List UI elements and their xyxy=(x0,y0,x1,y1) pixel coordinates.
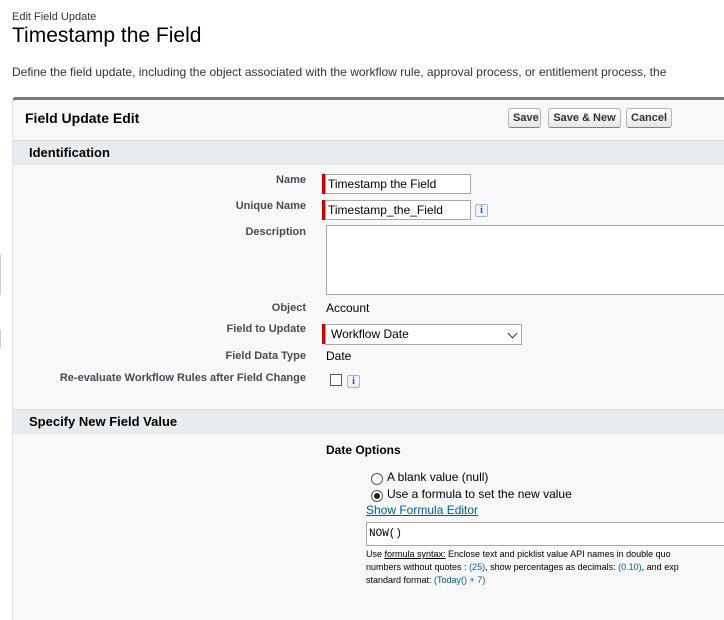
help-text: , show percentages as decimals: xyxy=(485,562,619,572)
section-new-field-value: Specify New Field Value xyxy=(13,409,724,434)
page-title: Timestamp the Field xyxy=(12,24,202,47)
date-options-label: Date Options xyxy=(326,443,401,457)
help-text: numbers without quotes : xyxy=(366,562,470,572)
edge-divider xyxy=(0,330,1,348)
field-to-update-label: Field to Update xyxy=(226,323,306,335)
show-formula-editor-link[interactable]: Show Formula Editor xyxy=(366,503,478,517)
cancel-button[interactable]: Cancel xyxy=(626,108,672,128)
description-label: Description xyxy=(245,226,306,238)
radio-blank-value[interactable] xyxy=(371,473,383,485)
reevaluate-checkbox[interactable] xyxy=(330,374,342,386)
field-data-type-label: Field Data Type xyxy=(225,350,306,362)
formula-help-text: Use formula syntax: Enclose text and pic… xyxy=(366,548,724,587)
name-input[interactable] xyxy=(325,174,471,194)
help-example: (25) xyxy=(469,562,486,572)
formula-syntax-link[interactable]: formula syntax: xyxy=(385,549,446,559)
field-to-update-select[interactable]: Workflow Date xyxy=(325,324,522,345)
page-eyebrow: Edit Field Update xyxy=(12,11,97,23)
object-value: Account xyxy=(326,301,370,315)
panel-title: Field Update Edit xyxy=(25,110,140,126)
help-example: (0.10) xyxy=(618,562,642,572)
select-value: Workflow Date xyxy=(331,327,409,341)
formula-input[interactable] xyxy=(366,522,724,546)
save-and-new-button[interactable]: Save & New xyxy=(548,108,621,128)
unique-name-input[interactable] xyxy=(325,200,471,220)
info-icon[interactable]: i xyxy=(475,204,488,217)
help-text: , and exp xyxy=(641,562,679,572)
edge-divider xyxy=(0,255,1,295)
radio-blank-label: A blank value (null) xyxy=(387,470,489,484)
section-identification: Identification xyxy=(13,140,724,165)
radio-formula-label: Use a formula to set the new value xyxy=(387,487,572,501)
help-line: Use formula syntax: Enclose text and pic… xyxy=(366,548,724,561)
help-line: numbers without quotes : (25), show perc… xyxy=(366,561,724,574)
unique-name-label: Unique Name xyxy=(235,200,306,212)
chevron-down-icon xyxy=(507,328,518,339)
help-text: Use xyxy=(366,549,385,559)
name-label: Name xyxy=(276,174,306,186)
help-text: Enclose text and picklist value API name… xyxy=(445,549,671,559)
help-line: standard format: (Today() + 7) xyxy=(366,574,724,587)
page-description: Define the field update, including the o… xyxy=(12,65,667,79)
info-icon[interactable]: i xyxy=(347,375,360,388)
save-button[interactable]: Save xyxy=(508,108,541,128)
field-data-type-value: Date xyxy=(326,349,352,363)
help-text: standard format: xyxy=(366,575,435,585)
section-title: Identification xyxy=(29,145,110,160)
object-label: Object xyxy=(271,302,306,314)
radio-formula[interactable] xyxy=(371,490,383,502)
section-title: Specify New Field Value xyxy=(29,414,178,429)
description-textarea[interactable] xyxy=(326,225,724,295)
help-example: (Today() + 7) xyxy=(434,575,486,585)
reevaluate-label: Re-evaluate Workflow Rules after Field C… xyxy=(59,372,306,384)
